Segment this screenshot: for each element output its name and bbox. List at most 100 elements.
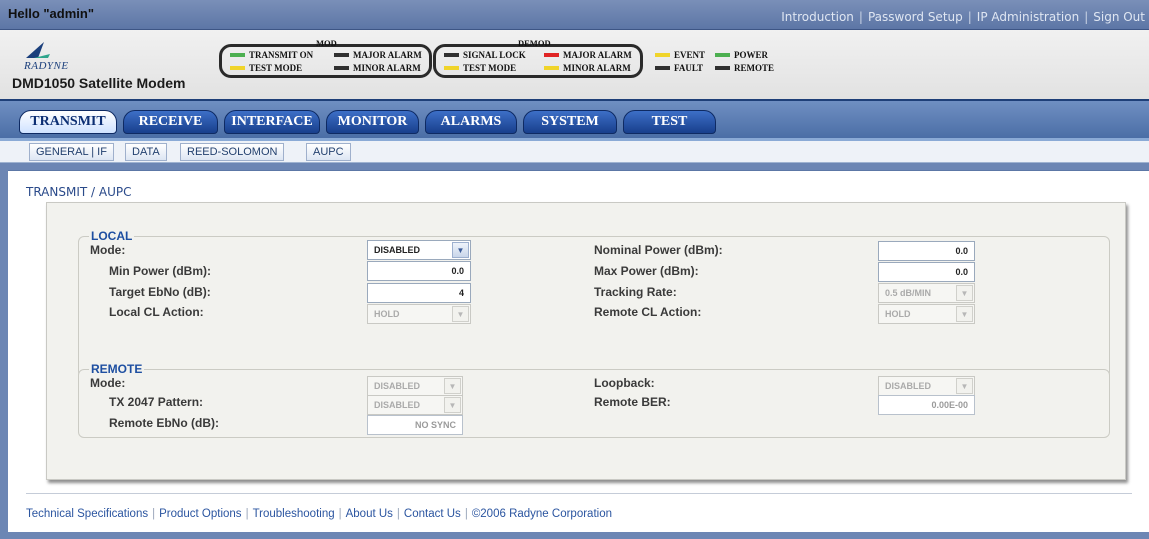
footer-link-technical-specifications[interactable]: Technical Specifications: [26, 508, 148, 520]
footer-separator: |: [245, 508, 249, 520]
greeting: Hello "admin": [8, 6, 95, 21]
footer-separator: |: [338, 508, 342, 520]
tracking-rate-value: 0.5 dB/MIN: [885, 288, 932, 298]
remote-ebno-field: NO SYNC: [367, 415, 463, 435]
local-cl-action-label: Local CL Action:: [109, 305, 204, 319]
led-icon: [715, 53, 730, 57]
loopback-select: DISABLED ▼: [878, 376, 975, 396]
tab-monitor[interactable]: MONITOR: [326, 110, 419, 134]
subtab-reed-solomon[interactable]: REED-SOLOMON: [180, 143, 285, 161]
logo-text: RADYNE: [24, 60, 69, 72]
mod-status-box: MOD TRANSMIT ON MAJOR ALARM TEST MODE MI…: [219, 38, 432, 78]
footer-link-troubleshooting[interactable]: Troubleshooting: [253, 508, 335, 520]
tracking-rate-label: Tracking Rate:: [594, 285, 677, 299]
nominal-power-input[interactable]: 0.0: [878, 241, 975, 261]
footer-divider: [26, 493, 1132, 494]
indicator-label: EVENT: [674, 50, 706, 60]
aupc-panel: LOCAL Mode: DISABLED ▼ Min Power (dBm): 0…: [46, 202, 1126, 480]
chevron-down-icon: ▼: [452, 306, 469, 322]
indicator-mod-test-mode: TEST MODE: [230, 63, 302, 73]
subtab-data[interactable]: DATA: [125, 143, 167, 161]
indicator-label: MAJOR ALARM: [563, 50, 632, 60]
indicator-label: FAULT: [674, 63, 704, 73]
link-ip-administration[interactable]: IP Administration: [977, 10, 1079, 24]
top-link-separator: |: [1084, 10, 1089, 24]
indicator-demod-test-mode: TEST MODE: [444, 63, 516, 73]
remote-ber-field: 0.00E-00: [878, 395, 975, 415]
indicator-remote: REMOTE: [715, 63, 774, 73]
footer-link-about-us[interactable]: About Us: [346, 508, 393, 520]
footer: Technical Specifications | Product Options…: [26, 508, 612, 520]
remote-ber-label: Remote BER:: [594, 395, 671, 409]
local-legend: LOCAL: [91, 229, 133, 243]
top-bar: Hello "admin" Introduction | Password Setu…: [0, 0, 1149, 30]
tab-interface[interactable]: INTERFACE: [224, 110, 320, 134]
breadcrumb: TRANSMIT / AUPC: [26, 185, 132, 199]
tab-alarms[interactable]: ALARMS: [425, 110, 517, 134]
led-icon: [230, 53, 245, 57]
mod-title: MOD: [316, 38, 337, 48]
led-icon: [230, 66, 245, 70]
indicator-fault: FAULT: [655, 63, 703, 73]
remote-legend: REMOTE: [91, 362, 143, 376]
indicator-mod-minor-alarm: MINOR ALARM: [334, 63, 421, 73]
footer-separator: |: [464, 508, 468, 520]
led-icon: [334, 66, 349, 70]
remote-ebno-label: Remote EbNo (dB):: [109, 416, 219, 430]
loopback-value: DISABLED: [885, 381, 932, 391]
loopback-label: Loopback:: [594, 376, 655, 390]
chevron-down-icon: ▼: [444, 397, 461, 413]
footer-separator: |: [152, 508, 156, 520]
remote-mode-value: DISABLED: [374, 381, 421, 391]
indicator-mod-major-alarm: MAJOR ALARM: [334, 50, 422, 60]
led-icon: [655, 66, 670, 70]
top-link-separator: |: [858, 10, 863, 24]
model-title: DMD1050 Satellite Modem: [12, 75, 186, 91]
footer-link-product-options[interactable]: Product Options: [159, 508, 241, 520]
chevron-down-icon: ▼: [956, 306, 973, 322]
min-power-input[interactable]: 0.0: [367, 261, 471, 281]
target-ebno-input[interactable]: 4: [367, 283, 471, 303]
indicator-label: TEST MODE: [249, 63, 303, 73]
nominal-power-label: Nominal Power (dBm):: [594, 243, 723, 257]
tx-pattern-value: DISABLED: [374, 400, 421, 410]
max-power-label: Max Power (dBm):: [594, 264, 699, 278]
subtab-aupc[interactable]: AUPC: [306, 143, 351, 161]
led-icon: [655, 53, 670, 57]
link-sign-out[interactable]: Sign Out: [1093, 10, 1145, 24]
link-introduction[interactable]: Introduction: [781, 10, 854, 24]
top-link-separator: |: [967, 10, 972, 24]
header: RADYNE DMD1050 Satellite Modem MOD TRANS…: [0, 30, 1149, 101]
indicator-power: POWER: [715, 50, 768, 60]
remote-group: REMOTE Mode: DISABLED ▼ TX 2047 Pattern: …: [78, 362, 1110, 438]
indicator-label: REMOTE: [734, 63, 775, 73]
indicator-label: TRANSMIT ON: [249, 50, 314, 60]
tab-test[interactable]: TEST: [623, 110, 716, 134]
indicator-label: MINOR ALARM: [563, 63, 631, 73]
indicator-event: EVENT: [655, 50, 705, 60]
remote-cl-action-value: HOLD: [885, 309, 911, 319]
demod-status-box: DEMOD SIGNAL LOCK MAJOR ALARM TEST MODE …: [433, 38, 643, 78]
local-mode-label: Mode:: [90, 243, 126, 257]
target-ebno-label: Target EbNo (dB):: [109, 285, 211, 299]
tab-transmit[interactable]: TRANSMIT: [19, 110, 117, 134]
tab-system[interactable]: SYSTEM: [523, 110, 617, 134]
max-power-input[interactable]: 0.0: [878, 262, 975, 282]
footer-separator: |: [396, 508, 400, 520]
led-icon: [334, 53, 349, 57]
remote-cl-action-select: HOLD ▼: [878, 304, 975, 324]
subtab-general-if[interactable]: GENERAL | IF: [29, 143, 114, 161]
remote-mode-label: Mode:: [90, 376, 126, 390]
sub-nav: GENERAL | IF DATA REED-SOLOMON AUPC: [0, 141, 1149, 163]
indicator-label: MINOR ALARM: [353, 63, 421, 73]
local-mode-select[interactable]: DISABLED ▼: [367, 240, 471, 260]
local-cl-action-select: HOLD ▼: [367, 304, 471, 324]
link-password-setup[interactable]: Password Setup: [868, 10, 963, 24]
footer-link-contact-us[interactable]: Contact Us: [404, 508, 461, 520]
tab-receive[interactable]: RECEIVE: [123, 110, 218, 134]
logo-swoosh-icon: [26, 42, 50, 58]
chevron-down-icon: ▼: [444, 378, 461, 394]
chevron-down-icon: ▼: [956, 285, 973, 301]
local-cl-action-value: HOLD: [374, 309, 400, 319]
indicator-label: POWER: [734, 50, 769, 60]
